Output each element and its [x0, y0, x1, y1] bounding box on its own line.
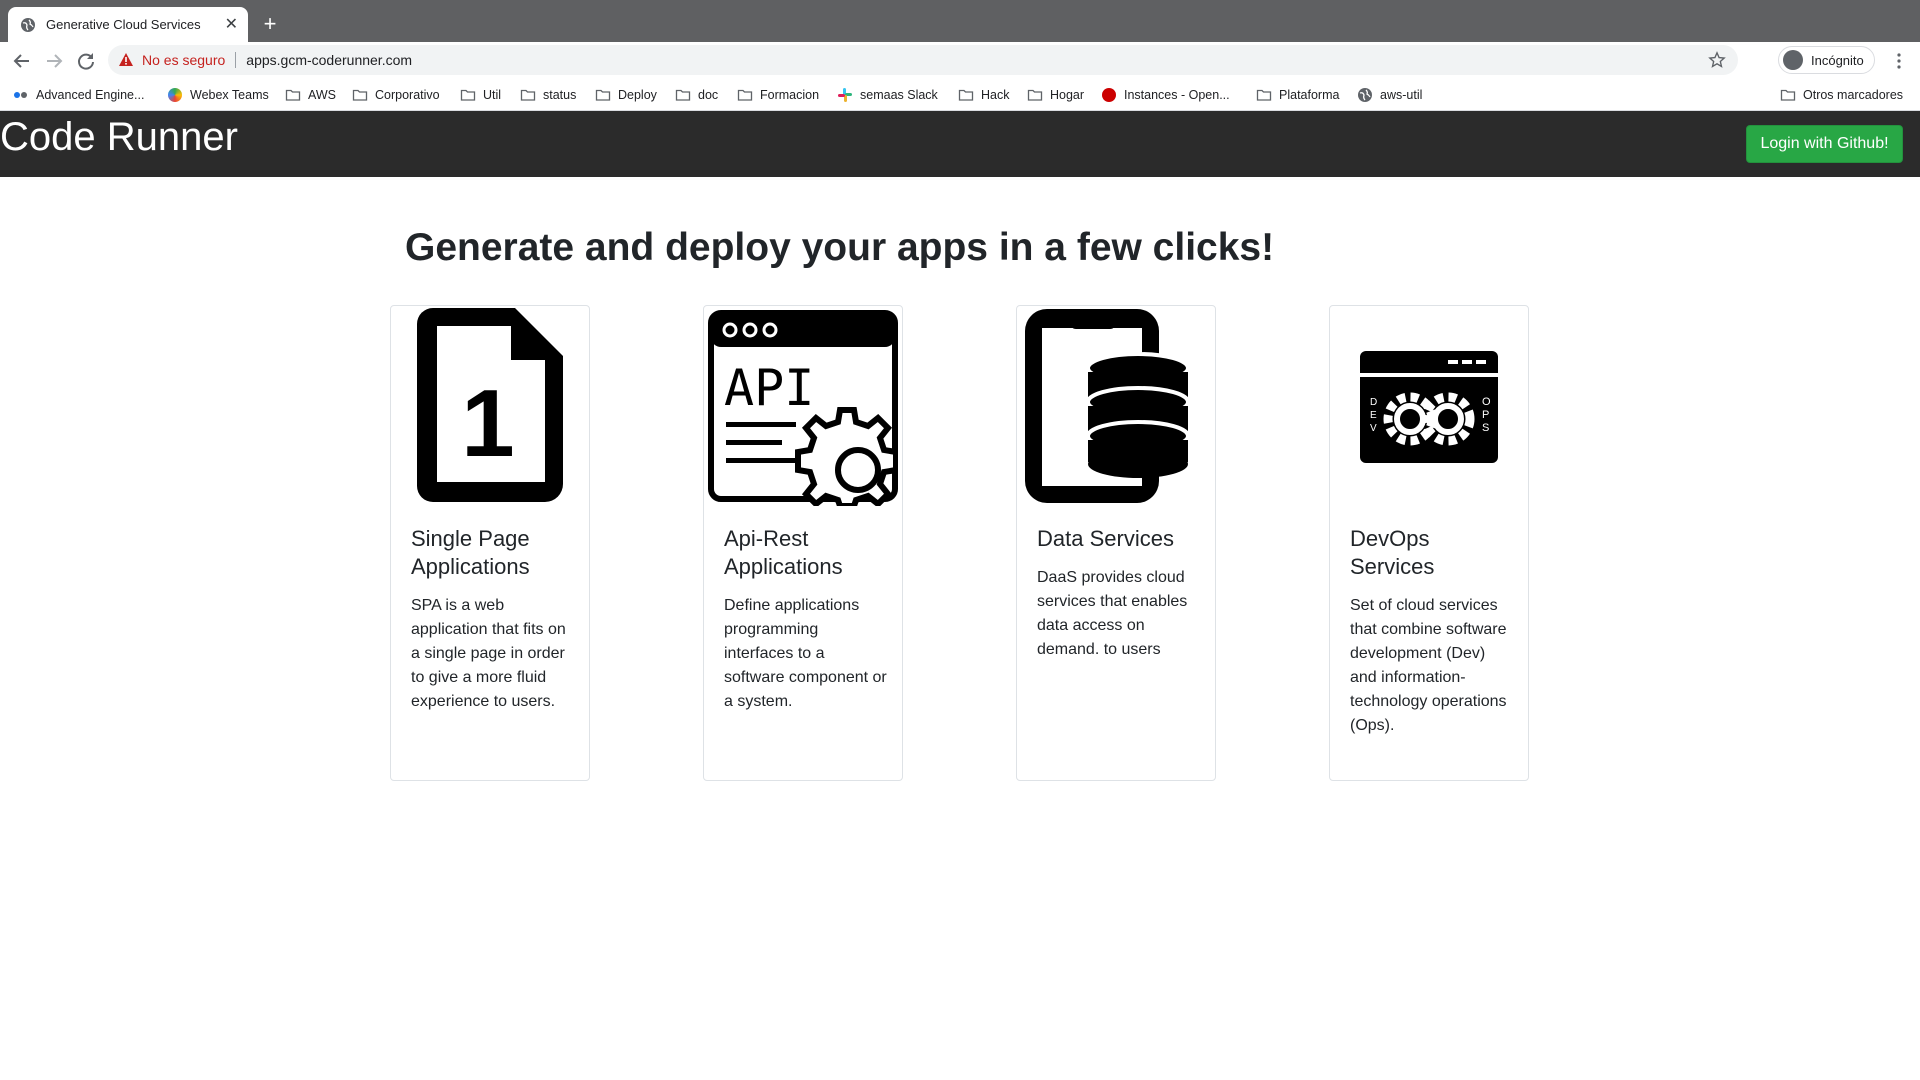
bookmarks-bar: Advanced Engine... Webex Teams AWS Corporat… — [0, 78, 1920, 111]
bookmark-star-icon[interactable] — [1708, 51, 1726, 69]
bookmark-label: Advanced Engine... — [36, 88, 145, 102]
card-title: Single Page Applications — [411, 526, 530, 579]
card-image: 1 — [391, 306, 589, 516]
card-devops-services[interactable]: DEV OPS DevOps Services Set of cloud ser… — [1329, 305, 1529, 781]
bookmark-item[interactable]: AWS — [285, 85, 336, 105]
card-text: SPA is a web application that fits on a … — [411, 597, 566, 710]
folder-icon — [958, 87, 981, 103]
bookmark-item[interactable]: Instances - Open... — [1102, 85, 1230, 105]
back-arrow-icon[interactable] — [11, 50, 33, 72]
card-title: Data Services — [1037, 526, 1174, 551]
card-image — [1017, 306, 1215, 516]
bookmark-label: AWS — [308, 88, 337, 102]
api-window-gear-icon: API — [708, 310, 898, 506]
card-image: DEV OPS — [1330, 306, 1528, 516]
bookmark-label: status — [543, 88, 577, 102]
bookmark-item[interactable]: Otros marcadores — [1780, 85, 1903, 105]
app-navbar: Code Runner Login with Github! — [0, 111, 1920, 177]
bookmark-item[interactable]: doc — [675, 85, 718, 105]
bookmark-item[interactable]: Corporativo — [352, 85, 440, 105]
bookmark-item[interactable]: semaas Slack — [837, 85, 938, 105]
folder-icon — [595, 87, 618, 103]
bookmark-label: aws-util — [1380, 88, 1423, 102]
bookmark-label: Instances - Open... — [1124, 88, 1230, 102]
bookmark-label: Webex Teams — [190, 88, 269, 102]
bookmark-label: Deploy — [618, 88, 657, 102]
bookmark-label: Hack — [981, 88, 1010, 102]
login-github-button[interactable]: Login with Github! — [1746, 125, 1903, 163]
svg-text:API: API — [724, 359, 814, 417]
bookmark-label: Formacion — [760, 88, 820, 102]
page-headline: Generate and deploy your apps in a few c… — [405, 226, 1275, 269]
svg-text:1: 1 — [461, 370, 514, 477]
redhat-icon — [1102, 88, 1124, 102]
folder-icon — [460, 87, 483, 103]
card-image: API — [704, 306, 902, 516]
folder-icon — [1780, 87, 1803, 103]
card-text: DaaS provides cloud services that enable… — [1037, 569, 1188, 658]
folder-icon — [1027, 87, 1050, 103]
bookmark-label: Otros marcadores — [1803, 88, 1904, 102]
bookmark-item[interactable]: Util — [460, 85, 501, 105]
bookmark-item[interactable]: Formacion — [737, 85, 819, 105]
folder-icon — [352, 87, 375, 103]
incognito-label: Incógnito — [1811, 52, 1864, 68]
folder-icon — [285, 87, 308, 103]
folder-icon — [1256, 87, 1279, 103]
bookmark-label: Util — [483, 88, 502, 102]
bookmark-item[interactable]: Hack — [958, 85, 1009, 105]
browser-toolbar: No es seguro apps.gcm-coderunner.com Inc… — [0, 42, 1920, 78]
card-title: Api-Rest Applications — [724, 526, 843, 579]
security-status-label[interactable]: No es seguro — [142, 52, 225, 68]
slack-icon — [837, 87, 860, 103]
dev-label: DEV — [1370, 397, 1377, 434]
card-text: Define applications programming interfac… — [724, 597, 887, 710]
bookmark-item[interactable]: Deploy — [595, 85, 657, 105]
address-bar[interactable]: No es seguro apps.gcm-coderunner.com — [108, 45, 1738, 75]
folder-icon — [737, 87, 760, 103]
tab-title: Generative Cloud Services — [46, 17, 201, 32]
apps-icon — [13, 87, 36, 103]
bookmark-item[interactable]: Webex Teams — [168, 85, 269, 105]
new-tab-button[interactable]: + — [258, 12, 282, 36]
bookmark-label: semaas Slack — [860, 88, 938, 102]
bookmark-item[interactable]: Hogar — [1027, 85, 1084, 105]
devops-window-icon: DEV OPS — [1360, 351, 1498, 463]
spa-document-icon: 1 — [417, 308, 563, 502]
folder-icon — [520, 87, 543, 103]
browser-tab-active[interactable]: Generative Cloud Services ✕ — [8, 7, 248, 42]
incognito-profile-button[interactable]: Incógnito — [1778, 46, 1875, 74]
folder-icon — [675, 87, 698, 103]
globe-icon — [21, 17, 35, 32]
card-title: DevOps Services — [1350, 526, 1435, 579]
incognito-icon — [1783, 50, 1803, 70]
omnibox-divider — [235, 52, 237, 68]
card-data-services[interactable]: Data Services DaaS provides cloud servic… — [1016, 305, 1216, 781]
more-vert-icon[interactable] — [1890, 52, 1908, 70]
bookmark-label: Plataforma — [1279, 88, 1340, 102]
bookmark-item[interactable]: Plataforma — [1256, 85, 1339, 105]
forward-arrow-icon[interactable] — [43, 50, 65, 72]
bookmark-label: Hogar — [1050, 88, 1085, 102]
close-tab-icon[interactable]: ✕ — [225, 16, 238, 33]
reload-icon[interactable] — [75, 50, 97, 72]
url-text[interactable]: apps.gcm-coderunner.com — [246, 52, 412, 68]
globe-icon — [1357, 87, 1380, 103]
bookmark-item[interactable]: Advanced Engine... — [13, 85, 144, 105]
phone-database-icon — [1025, 309, 1190, 503]
webex-icon — [168, 88, 190, 102]
brand-title[interactable]: Code Runner — [0, 115, 238, 160]
warning-triangle-icon[interactable] — [118, 52, 134, 68]
card-single-page-applications[interactable]: 1 Single Page Applications SPA is a web … — [390, 305, 590, 781]
bookmark-label: Corporativo — [375, 88, 440, 102]
bookmark-item[interactable]: aws-util — [1357, 85, 1422, 105]
card-api-rest-applications[interactable]: API Api-Rest Applications Define applica… — [703, 305, 903, 781]
bookmark-item[interactable]: status — [520, 85, 576, 105]
card-text: Set of cloud services that combine softw… — [1350, 597, 1507, 734]
bookmark-label: doc — [698, 88, 719, 102]
browser-tab-strip: Generative Cloud Services ✕ + — [0, 0, 1920, 42]
